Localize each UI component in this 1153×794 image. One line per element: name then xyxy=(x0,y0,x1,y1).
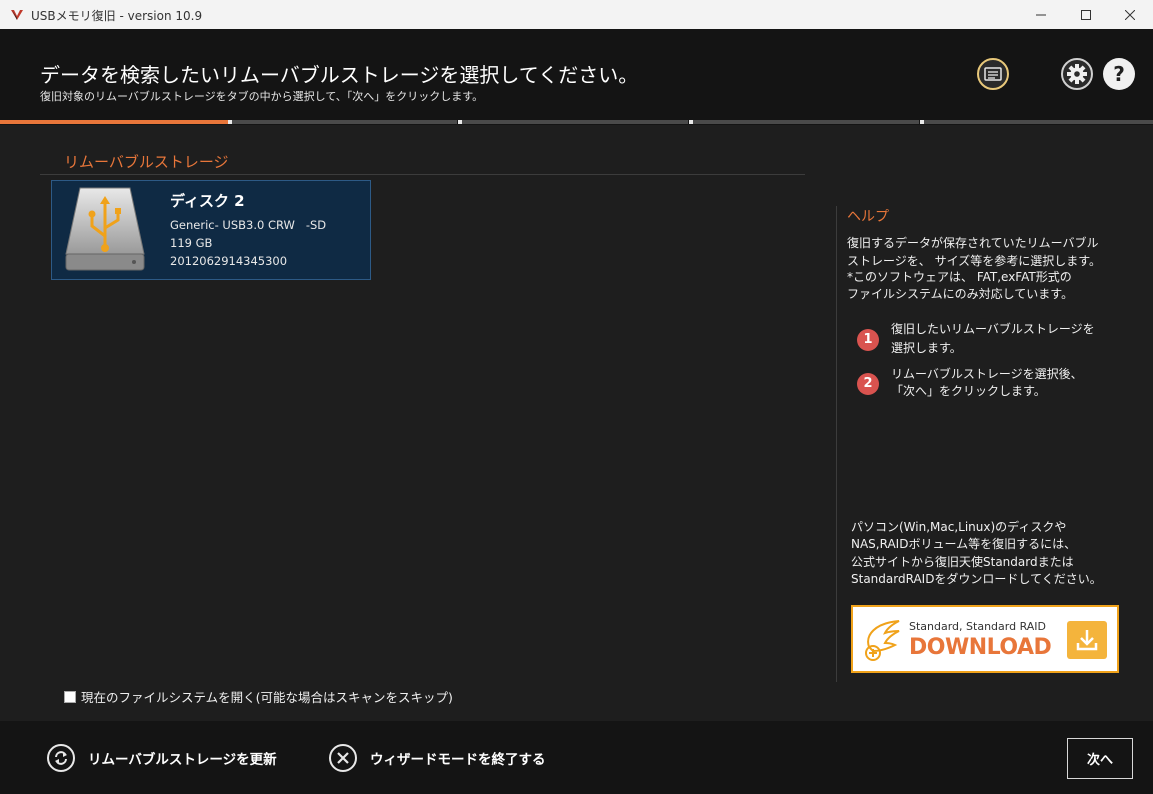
promo-line: NAS,RAIDボリューム等を復旧するには、 xyxy=(851,537,1077,551)
help-title: ヘルプ xyxy=(847,209,889,225)
app-logo-icon xyxy=(11,10,23,20)
minimize-icon xyxy=(1036,14,1046,15)
wizard-header: データを検索したいリムーバブルストレージを選択してください。 復旧対象のリムーバ… xyxy=(0,29,1153,119)
progress-step-2 xyxy=(232,120,457,124)
disk-size: 119 GB xyxy=(170,236,213,250)
refresh-storage-button[interactable]: リムーバブルストレージを更新 xyxy=(47,742,277,774)
refresh-icon xyxy=(55,751,67,765)
disk-card[interactable]: ディスク 2 Generic- USB3.0 CRW -SD 119 GB 20… xyxy=(51,180,371,280)
close-x-icon xyxy=(337,752,349,764)
maximize-icon xyxy=(1081,9,1091,20)
refresh-icon-circle xyxy=(47,744,75,772)
log-icon xyxy=(984,67,1002,81)
help-button[interactable]: ? xyxy=(1103,58,1135,90)
help-icon: ? xyxy=(1113,62,1125,86)
download-icon xyxy=(1076,630,1098,651)
page-subtitle: 復旧対象のリムーバブルストレージをタブの中から選択して、「次へ」をクリックします… xyxy=(40,90,484,103)
promo-line: パソコン(Win,Mac,Linux)のディスクや xyxy=(851,520,1067,534)
banner-download-text: DOWNLOAD xyxy=(909,635,1052,660)
settings-button[interactable] xyxy=(1061,58,1093,90)
close-button[interactable] xyxy=(1107,0,1153,29)
exit-wizard-button[interactable]: ウィザードモードを終了する xyxy=(329,742,546,774)
wizard-footer: リムーバブルストレージを更新 ウィザードモードを終了する 次へ xyxy=(0,721,1153,794)
gear-icon xyxy=(1067,64,1087,84)
step-1-line: 選択します。 xyxy=(891,341,962,355)
close-icon xyxy=(1125,9,1135,20)
step-1-line: 復旧したいリムーバブルストレージを xyxy=(891,322,1095,336)
exit-wizard-label: ウィザードモードを終了する xyxy=(370,752,546,768)
storage-section-title: リムーバブルストレージ xyxy=(64,153,229,171)
section-divider xyxy=(40,174,805,175)
usb-drive-icon xyxy=(65,187,145,271)
refresh-storage-label: リムーバブルストレージを更新 xyxy=(88,752,277,768)
minimize-button[interactable] xyxy=(1018,0,1064,29)
progress-step-1 xyxy=(0,120,228,124)
progress-step-3 xyxy=(462,120,688,124)
step-badge-2: 2 xyxy=(857,373,879,395)
open-filesystem-label: 現在のファイルシステムを開く(可能な場合はスキャンをスキップ) xyxy=(81,690,453,705)
title-bar: USBメモリ復旧 - version 10.9 xyxy=(0,0,1153,29)
svg-text:?: ? xyxy=(1113,62,1125,86)
exit-icon-circle xyxy=(329,744,357,772)
download-button[interactable] xyxy=(1067,621,1107,659)
download-banner[interactable]: Standard, Standard RAID DOWNLOAD xyxy=(851,605,1119,673)
disk-name: ディスク 2 xyxy=(170,192,245,210)
angel-wing-icon xyxy=(865,620,900,661)
progress-step-5 xyxy=(924,120,1153,124)
next-button[interactable]: 次へ xyxy=(1067,738,1133,779)
disk-serial: 2012062914345300 xyxy=(170,254,288,268)
step-2-line: リムーバブルストレージを選択後、 xyxy=(891,367,1083,381)
disk-model: Generic- USB3.0 CRW -SD xyxy=(170,218,327,232)
step-badge-1: 1 xyxy=(857,329,879,351)
promo-line: StandardRAIDをダウンロードしてください。 xyxy=(851,572,1102,586)
open-filesystem-checkbox[interactable] xyxy=(64,691,76,703)
help-intro-line: ファイルシステムにのみ対応しています。 xyxy=(847,287,1074,301)
window-title: USBメモリ復旧 - version 10.9 xyxy=(31,9,203,23)
maximize-button[interactable] xyxy=(1063,0,1109,29)
help-panel-divider xyxy=(836,206,837,682)
step-2-line: 「次へ」をクリックします。 xyxy=(891,384,1046,398)
help-intro-line: *このソフトウェアは、 FAT,exFAT形式の xyxy=(847,270,1072,284)
progress-step-4 xyxy=(693,120,919,124)
help-intro-line: 復旧するデータが保存されていたリムーバブル xyxy=(847,236,1099,250)
log-button[interactable] xyxy=(977,58,1009,90)
promo-line: 公式サイトから復旧天使Standardまたは xyxy=(851,555,1074,569)
wizard-progress-bar xyxy=(0,119,1153,125)
page-title: データを検索したいリムーバブルストレージを選択してください。 xyxy=(40,63,639,87)
banner-product-names: Standard, Standard RAID xyxy=(909,620,1047,633)
